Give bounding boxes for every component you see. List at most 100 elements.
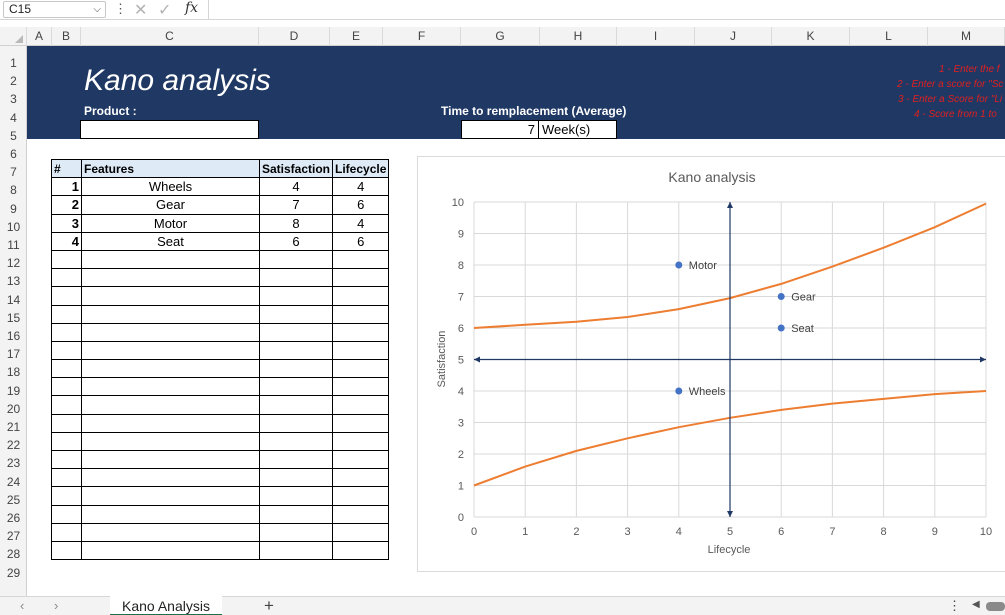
row-header[interactable]: 25 bbox=[0, 489, 27, 507]
row-header[interactable]: 16 bbox=[0, 325, 27, 343]
row-number[interactable]: 4 bbox=[51, 231, 82, 251]
row-header[interactable]: 28 bbox=[0, 543, 27, 561]
empty-cell[interactable] bbox=[332, 540, 390, 561]
empty-cell[interactable] bbox=[332, 340, 390, 361]
name-box[interactable]: C15 ⌵ bbox=[3, 1, 106, 18]
row-header[interactable]: 22 bbox=[0, 434, 27, 452]
empty-cell[interactable] bbox=[51, 449, 82, 470]
empty-cell[interactable] bbox=[332, 395, 390, 415]
feature-cell[interactable]: Wheels bbox=[81, 177, 260, 197]
row-header[interactable]: 6 bbox=[0, 143, 27, 161]
lifecycle-cell[interactable]: 6 bbox=[332, 195, 390, 215]
empty-cell[interactable] bbox=[258, 486, 334, 506]
empty-cell[interactable] bbox=[81, 286, 260, 306]
row-header[interactable]: 18 bbox=[0, 361, 27, 379]
row-header[interactable]: 27 bbox=[0, 525, 27, 543]
empty-cell[interactable] bbox=[332, 359, 390, 379]
row-number[interactable]: 1 bbox=[51, 177, 82, 197]
row-header[interactable]: 21 bbox=[0, 416, 27, 434]
satisfaction-cell[interactable]: 6 bbox=[258, 231, 334, 251]
feature-cell[interactable]: Motor bbox=[81, 213, 260, 233]
empty-cell[interactable] bbox=[332, 268, 390, 288]
more-options-icon[interactable]: ⋮ bbox=[114, 1, 127, 17]
empty-cell[interactable] bbox=[258, 540, 334, 561]
row-header[interactable]: 11 bbox=[0, 234, 27, 252]
empty-cell[interactable] bbox=[81, 395, 260, 415]
column-header[interactable]: I bbox=[617, 27, 695, 46]
row-number[interactable]: 2 bbox=[51, 195, 82, 215]
scroll-left-icon[interactable]: ◀ bbox=[972, 599, 980, 610]
row-header[interactable]: 14 bbox=[0, 289, 27, 307]
row-header[interactable]: 29 bbox=[0, 562, 27, 580]
empty-cell[interactable] bbox=[81, 413, 260, 433]
empty-cell[interactable] bbox=[258, 449, 334, 470]
kano-chart[interactable]: Kano analysis 0 1 2 3 4 5 6 7 8 9 10 0 1 2 3 4 5 6 7 8 9 10 W… bbox=[417, 156, 1005, 572]
empty-cell[interactable] bbox=[81, 322, 260, 342]
empty-cell[interactable] bbox=[332, 286, 390, 306]
empty-cell[interactable] bbox=[51, 377, 82, 397]
checkmark-icon[interactable]: ✓ bbox=[158, 0, 171, 20]
empty-cell[interactable] bbox=[81, 504, 260, 524]
empty-cell[interactable] bbox=[51, 286, 82, 306]
row-header[interactable]: 13 bbox=[0, 270, 27, 288]
row-header[interactable]: 3 bbox=[0, 88, 27, 106]
row-header[interactable]: 15 bbox=[0, 307, 27, 325]
empty-cell[interactable] bbox=[258, 504, 334, 524]
row-header[interactable]: 1 bbox=[0, 52, 27, 70]
time-to-replacement-input[interactable]: 7 bbox=[461, 120, 539, 139]
column-header-satisfaction[interactable]: Satisfaction bbox=[258, 158, 334, 179]
column-header[interactable]: F bbox=[383, 27, 461, 46]
empty-cell[interactable] bbox=[81, 340, 260, 361]
row-header[interactable]: 5 bbox=[0, 125, 27, 143]
empty-cell[interactable] bbox=[81, 431, 260, 452]
empty-cell[interactable] bbox=[258, 522, 334, 542]
row-header[interactable]: 12 bbox=[0, 252, 27, 270]
empty-cell[interactable] bbox=[258, 395, 334, 415]
empty-cell[interactable] bbox=[51, 395, 82, 415]
feature-cell[interactable]: Seat bbox=[81, 231, 260, 251]
empty-cell[interactable] bbox=[258, 286, 334, 306]
column-header[interactable]: M bbox=[928, 27, 1005, 46]
empty-cell[interactable] bbox=[81, 377, 260, 397]
empty-cell[interactable] bbox=[332, 304, 390, 324]
empty-cell[interactable] bbox=[258, 322, 334, 342]
select-all-corner[interactable] bbox=[0, 27, 27, 46]
column-header[interactable]: B bbox=[52, 27, 81, 46]
empty-cell[interactable] bbox=[81, 522, 260, 542]
column-header[interactable]: J bbox=[695, 27, 772, 46]
empty-cell[interactable] bbox=[332, 431, 390, 452]
cancel-icon[interactable]: ✕ bbox=[134, 0, 147, 20]
empty-cell[interactable] bbox=[332, 504, 390, 524]
empty-cell[interactable] bbox=[332, 486, 390, 506]
empty-cell[interactable] bbox=[332, 377, 390, 397]
empty-cell[interactable] bbox=[258, 249, 334, 270]
empty-cell[interactable] bbox=[81, 304, 260, 324]
row-header[interactable]: 2 bbox=[0, 70, 27, 88]
empty-cell[interactable] bbox=[51, 522, 82, 542]
empty-cell[interactable] bbox=[81, 359, 260, 379]
row-header[interactable]: 17 bbox=[0, 343, 27, 361]
row-header[interactable]: 23 bbox=[0, 452, 27, 470]
formula-input[interactable] bbox=[212, 0, 1002, 20]
row-header[interactable]: 19 bbox=[0, 380, 27, 398]
row-header[interactable]: 20 bbox=[0, 398, 27, 416]
row-header[interactable]: 24 bbox=[0, 471, 27, 489]
row-header[interactable]: 9 bbox=[0, 198, 27, 216]
column-header-features[interactable]: Features bbox=[81, 158, 260, 179]
empty-cell[interactable] bbox=[81, 249, 260, 270]
empty-cell[interactable] bbox=[81, 486, 260, 506]
empty-cell[interactable] bbox=[51, 504, 82, 524]
empty-cell[interactable] bbox=[51, 249, 82, 270]
empty-cell[interactable] bbox=[81, 468, 260, 488]
column-header-number[interactable]: # bbox=[51, 158, 82, 179]
feature-cell[interactable]: Gear bbox=[81, 195, 260, 215]
empty-cell[interactable] bbox=[51, 540, 82, 561]
column-header-lifecycle[interactable]: Lifecycle bbox=[332, 158, 390, 179]
empty-cell[interactable] bbox=[51, 486, 82, 506]
satisfaction-cell[interactable]: 4 bbox=[258, 177, 334, 197]
empty-cell[interactable] bbox=[258, 377, 334, 397]
empty-cell[interactable] bbox=[258, 340, 334, 361]
chevron-down-icon[interactable]: ⌵ bbox=[93, 2, 101, 17]
row-header[interactable]: 8 bbox=[0, 179, 27, 197]
empty-cell[interactable] bbox=[81, 268, 260, 288]
